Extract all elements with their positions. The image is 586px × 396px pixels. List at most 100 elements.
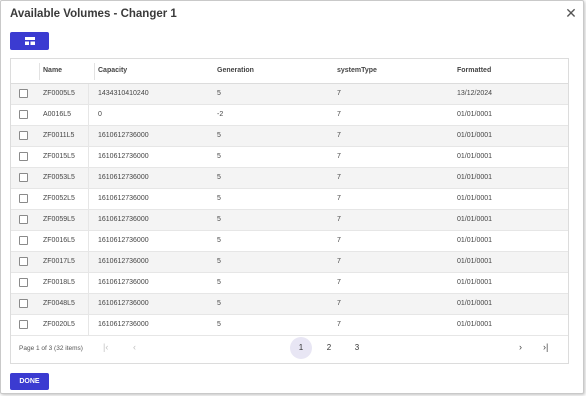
cell-formatted: 01/01/0001 bbox=[457, 111, 493, 118]
column-header-generation[interactable]: Generation bbox=[217, 67, 254, 74]
cell-generation: 5 bbox=[217, 132, 221, 139]
column-header-formatted[interactable]: Formatted bbox=[457, 67, 491, 74]
cell-capacity: 1610612736000 bbox=[98, 216, 149, 223]
pager: Page 1 of 3 (32 items) |‹ ‹ 1 2 3 › ›| bbox=[11, 331, 568, 364]
cell-systemtype: 7 bbox=[337, 90, 341, 97]
table-row[interactable]: ZF0005L5 1434310410240 5 7 13/12/2024 bbox=[11, 84, 568, 105]
row-checkbox[interactable] bbox=[19, 110, 28, 119]
cell-formatted: 01/01/0001 bbox=[457, 279, 493, 286]
cell-generation: 5 bbox=[217, 90, 221, 97]
cell-name: ZF0005L5 bbox=[43, 90, 75, 97]
page-2-button[interactable]: 2 bbox=[318, 337, 340, 359]
cell-name: ZF0015L5 bbox=[43, 153, 75, 160]
cell-generation: 5 bbox=[217, 174, 221, 181]
cell-formatted: 01/01/0001 bbox=[457, 132, 493, 139]
cell-systemtype: 7 bbox=[337, 279, 341, 286]
cell-formatted: 01/01/0001 bbox=[457, 174, 493, 181]
cell-systemtype: 7 bbox=[337, 216, 341, 223]
cell-formatted: 01/01/0001 bbox=[457, 216, 493, 223]
page-3-button[interactable]: 3 bbox=[346, 337, 368, 359]
cell-capacity: 1610612736000 bbox=[98, 195, 149, 202]
column-chooser-icon bbox=[24, 37, 35, 45]
row-checkbox[interactable] bbox=[19, 173, 28, 182]
row-checkbox[interactable] bbox=[19, 152, 28, 161]
cell-capacity: 1610612736000 bbox=[98, 300, 149, 307]
cell-name: ZF0052L5 bbox=[43, 195, 75, 202]
cell-systemtype: 7 bbox=[337, 321, 341, 328]
column-chooser-button[interactable] bbox=[10, 32, 49, 50]
cell-systemtype: 7 bbox=[337, 174, 341, 181]
cell-generation: 5 bbox=[217, 321, 221, 328]
cell-formatted: 13/12/2024 bbox=[457, 90, 493, 97]
cell-generation: 5 bbox=[217, 153, 221, 160]
cell-formatted: 01/01/0001 bbox=[457, 237, 493, 244]
cell-name: ZF0016L5 bbox=[43, 237, 75, 244]
available-volumes-dialog: Available Volumes - Changer 1 ✕ Name Cap… bbox=[0, 0, 584, 394]
cell-capacity: 1610612736000 bbox=[98, 153, 149, 160]
dialog-title: Available Volumes - Changer 1 bbox=[10, 8, 177, 20]
cell-capacity: 1610612736000 bbox=[98, 132, 149, 139]
table-row[interactable]: ZF0016L5 1610612736000 5 7 01/01/0001 bbox=[11, 231, 568, 252]
table-row[interactable]: ZF0053L5 1610612736000 5 7 01/01/0001 bbox=[11, 168, 568, 189]
cell-name: ZF0020L5 bbox=[43, 321, 75, 328]
column-header-name[interactable]: Name bbox=[43, 67, 62, 74]
cell-formatted: 01/01/0001 bbox=[457, 258, 493, 265]
row-checkbox[interactable] bbox=[19, 299, 28, 308]
table-row[interactable]: A0016L5 0 -2 7 01/01/0001 bbox=[11, 105, 568, 126]
table-row[interactable]: ZF0018L5 1610612736000 5 7 01/01/0001 bbox=[11, 273, 568, 294]
cell-capacity: 1610612736000 bbox=[98, 321, 149, 328]
cell-capacity: 1610612736000 bbox=[98, 279, 149, 286]
first-page-button[interactable]: |‹ bbox=[103, 342, 108, 352]
cell-name: ZF0053L5 bbox=[43, 174, 75, 181]
row-checkbox[interactable] bbox=[19, 131, 28, 140]
close-icon[interactable]: ✕ bbox=[564, 6, 578, 20]
cell-name: ZF0059L5 bbox=[43, 216, 75, 223]
row-checkbox[interactable] bbox=[19, 89, 28, 98]
last-page-button[interactable]: ›| bbox=[543, 342, 548, 352]
cell-systemtype: 7 bbox=[337, 300, 341, 307]
done-button[interactable]: DONE bbox=[10, 373, 49, 390]
table-row[interactable]: ZF0015L5 1610612736000 5 7 01/01/0001 bbox=[11, 147, 568, 168]
row-checkbox[interactable] bbox=[19, 278, 28, 287]
cell-systemtype: 7 bbox=[337, 111, 341, 118]
cell-name: ZF0011L5 bbox=[43, 132, 75, 139]
row-checkbox[interactable] bbox=[19, 320, 28, 329]
cell-generation: 5 bbox=[217, 216, 221, 223]
row-checkbox[interactable] bbox=[19, 215, 28, 224]
cell-generation: 5 bbox=[217, 258, 221, 265]
volumes-table: Name Capacity Generation systemType Form… bbox=[10, 58, 569, 364]
cell-systemtype: 7 bbox=[337, 153, 341, 160]
cell-generation: 5 bbox=[217, 279, 221, 286]
cell-formatted: 01/01/0001 bbox=[457, 153, 493, 160]
cell-generation: -2 bbox=[217, 111, 224, 118]
cell-generation: 5 bbox=[217, 237, 221, 244]
row-checkbox[interactable] bbox=[19, 257, 28, 266]
cell-generation: 5 bbox=[217, 300, 221, 307]
cell-formatted: 01/01/0001 bbox=[457, 195, 493, 202]
next-page-button[interactable]: › bbox=[519, 342, 522, 352]
cell-systemtype: 7 bbox=[337, 132, 341, 139]
table-row[interactable]: ZF0048L5 1610612736000 5 7 01/01/0001 bbox=[11, 294, 568, 315]
row-checkbox[interactable] bbox=[19, 194, 28, 203]
column-header-systemtype[interactable]: systemType bbox=[337, 67, 377, 74]
table-row[interactable]: ZF0017L5 1610612736000 5 7 01/01/0001 bbox=[11, 252, 568, 273]
table-row[interactable]: ZF0011L5 1610612736000 5 7 01/01/0001 bbox=[11, 126, 568, 147]
cell-capacity: 1610612736000 bbox=[98, 258, 149, 265]
table-row[interactable]: ZF0052L5 1610612736000 5 7 01/01/0001 bbox=[11, 189, 568, 210]
cell-systemtype: 7 bbox=[337, 237, 341, 244]
cell-formatted: 01/01/0001 bbox=[457, 300, 493, 307]
cell-formatted: 01/01/0001 bbox=[457, 321, 493, 328]
table-row[interactable]: ZF0059L5 1610612736000 5 7 01/01/0001 bbox=[11, 210, 568, 231]
column-header-capacity[interactable]: Capacity bbox=[98, 67, 127, 74]
cell-name: A0016L5 bbox=[43, 111, 72, 118]
cell-capacity: 0 bbox=[98, 111, 102, 118]
cell-capacity: 1610612736000 bbox=[98, 174, 149, 181]
cell-capacity: 1434310410240 bbox=[98, 90, 149, 97]
page-1-button[interactable]: 1 bbox=[290, 337, 312, 359]
cell-name: ZF0017L5 bbox=[43, 258, 75, 265]
pager-info: Page 1 of 3 (32 items) bbox=[19, 345, 83, 352]
cell-name: ZF0018L5 bbox=[43, 279, 75, 286]
prev-page-button[interactable]: ‹ bbox=[133, 342, 136, 352]
cell-systemtype: 7 bbox=[337, 258, 341, 265]
row-checkbox[interactable] bbox=[19, 236, 28, 245]
